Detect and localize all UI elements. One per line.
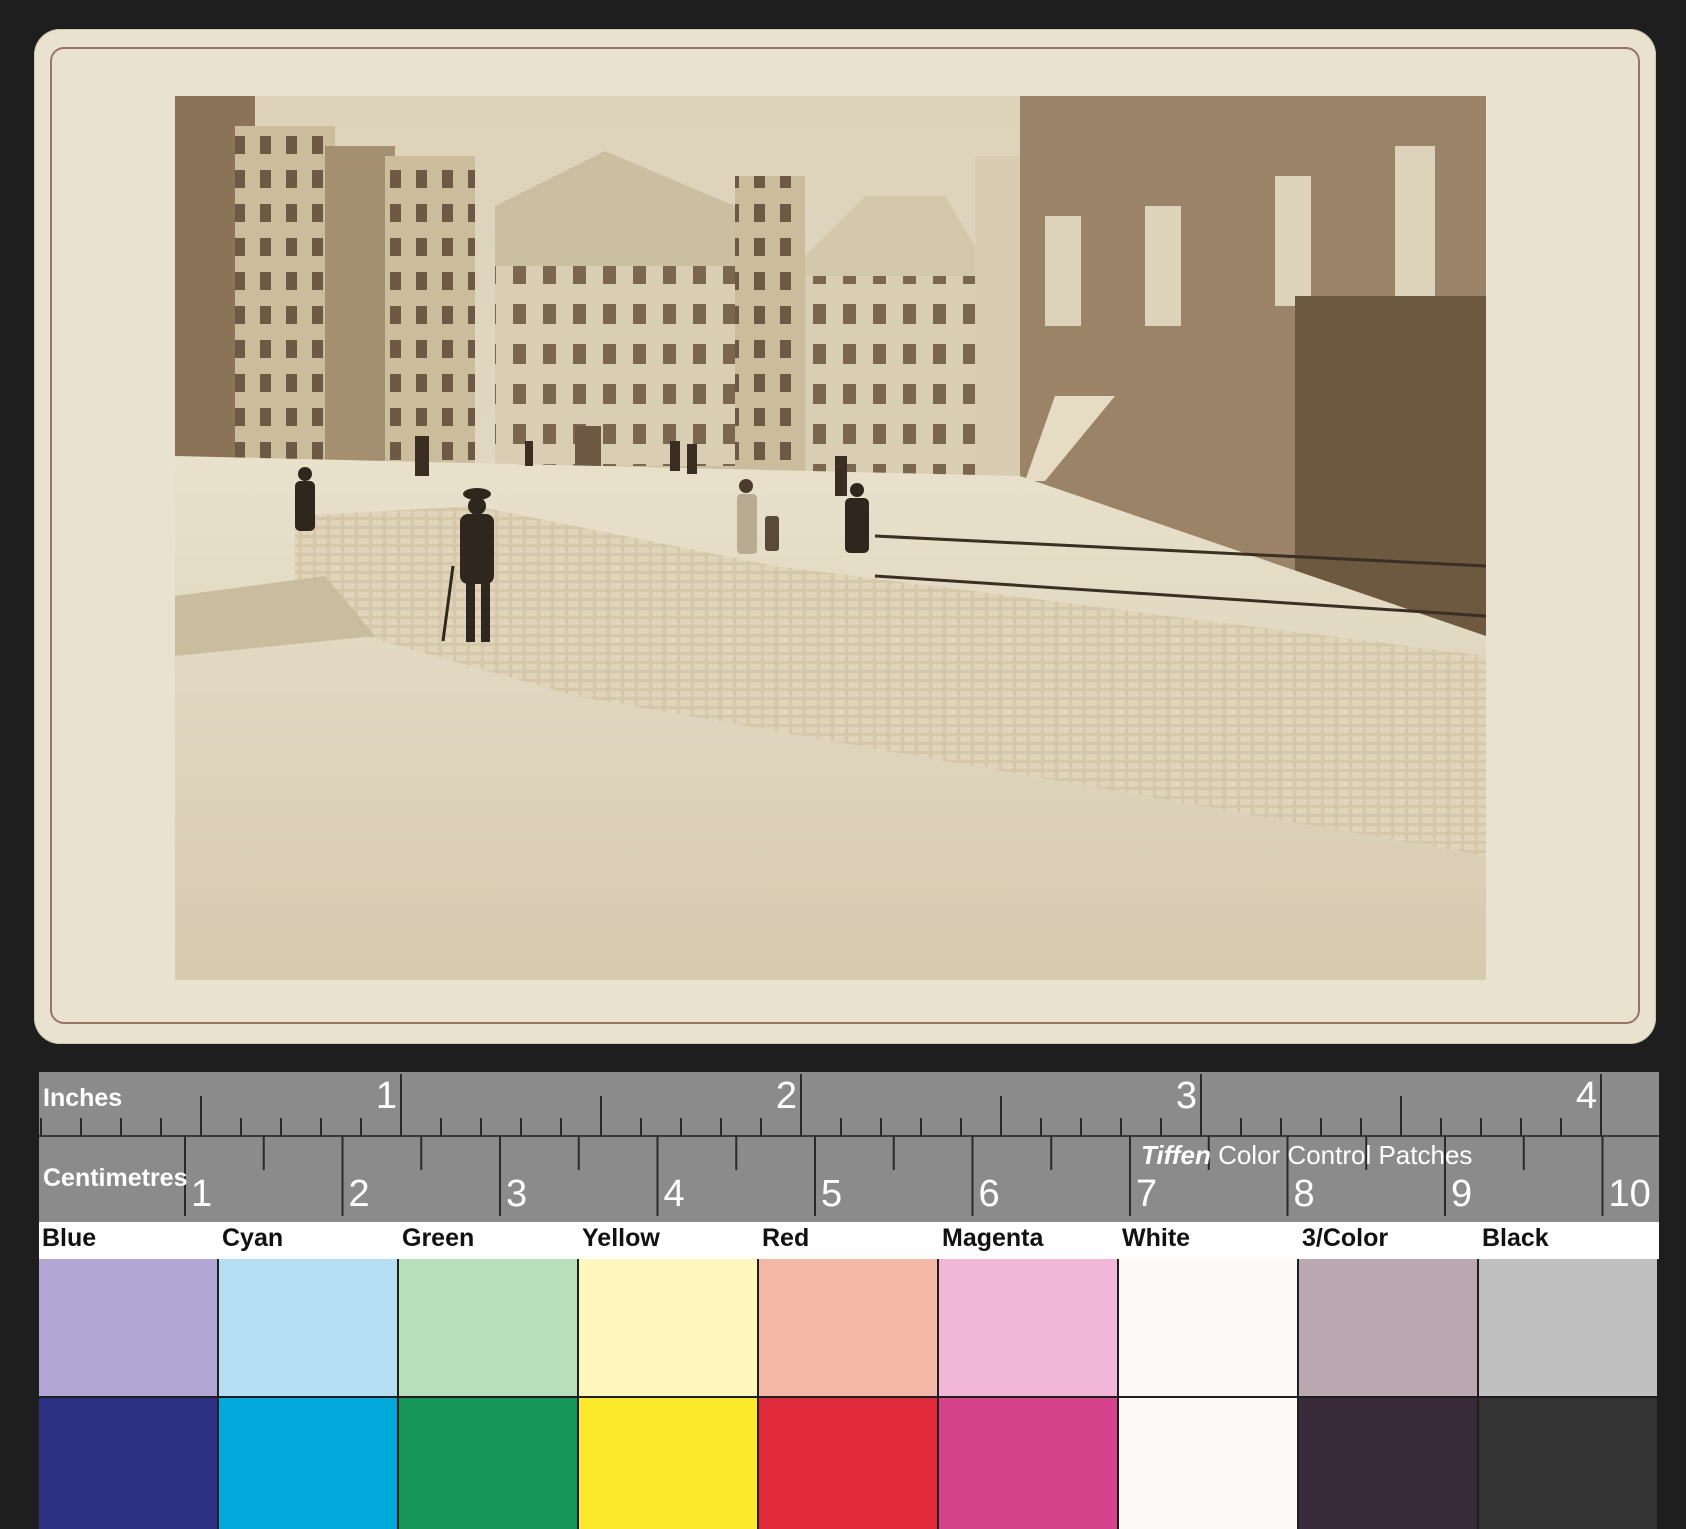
patch-label-white: White: [1122, 1224, 1191, 1252]
patch-light-blue: [39, 1259, 217, 1396]
patch-labels-row: Blue Cyan Green Yellow Red Magenta White 3/Colo…: [39, 1222, 1659, 1259]
measurement-ruler: 1 2 3 4 1 2 3 4 5 6 7 8 9 10 Inches Centimetres Tiffe…: [39, 1072, 1659, 1222]
patch-dark-cyan: [219, 1398, 397, 1529]
patch-light-green: [399, 1259, 577, 1396]
patch-label-yellow: Yellow: [582, 1224, 660, 1252]
cm-number: 7: [1136, 1173, 1157, 1215]
patch-light-white: [1119, 1259, 1297, 1396]
patch-label-green: Green: [402, 1224, 475, 1252]
patch-label-blue: Blue: [42, 1224, 97, 1252]
tiffen-brand: Tiffen: [1141, 1140, 1211, 1170]
patch-dark-magenta: [939, 1398, 1117, 1529]
cm-number: 6: [979, 1173, 1000, 1215]
patch-light-3-color: [1299, 1259, 1477, 1396]
patch-light-magenta: [939, 1259, 1117, 1396]
street-scene: [175, 96, 1486, 980]
patch-label-3-color: 3/Color: [1302, 1224, 1389, 1252]
patch-dark-yellow: [579, 1398, 757, 1529]
cm-number: 8: [1294, 1173, 1315, 1215]
patch-dark-green: [399, 1398, 577, 1529]
cm-number: 9: [1451, 1173, 1472, 1215]
patch-light-black: [1479, 1259, 1657, 1396]
inch-number: 4: [1576, 1075, 1597, 1117]
patch-dark-white: [1119, 1398, 1297, 1529]
color-control-patches-title: Tiffen Color Control Patches: [1141, 1140, 1472, 1171]
cm-number: 10: [1609, 1173, 1651, 1215]
patch-label-black: Black: [1482, 1224, 1549, 1252]
patch-dark-red: [759, 1398, 937, 1529]
patch-light-red: [759, 1259, 937, 1396]
cm-number: 5: [821, 1173, 842, 1215]
inch-number: 2: [776, 1075, 797, 1117]
patches-title-text: Color Control Patches: [1218, 1140, 1473, 1170]
color-patches: [39, 1259, 1659, 1529]
patch-label-cyan: Cyan: [222, 1224, 284, 1252]
patch-dark-blue: [39, 1398, 217, 1529]
inches-label: Inches: [43, 1084, 123, 1112]
patch-dark-3-color: [1299, 1398, 1477, 1529]
inch-number: 1: [376, 1075, 397, 1117]
photo-card: [34, 29, 1656, 1044]
patch-light-yellow: [579, 1259, 757, 1396]
patch-light-cyan: [219, 1259, 397, 1396]
cm-number: 2: [349, 1173, 370, 1215]
inch-number: 3: [1176, 1075, 1197, 1117]
cm-number: 4: [664, 1173, 685, 1215]
cm-number: 3: [506, 1173, 527, 1215]
cm-number: 1: [191, 1173, 212, 1215]
sepia-photograph: [175, 96, 1486, 980]
patch-label-red: Red: [762, 1224, 810, 1252]
patch-dark-black: [1479, 1398, 1657, 1529]
patch-label-magenta: Magenta: [942, 1224, 1044, 1252]
centimetres-label: Centimetres: [43, 1164, 188, 1192]
